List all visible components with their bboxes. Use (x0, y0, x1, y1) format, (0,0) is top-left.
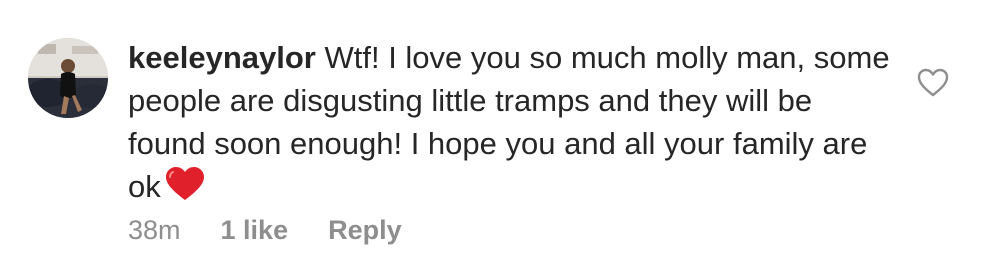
comment: keeleynaylor Wtf! I love you so much mol… (0, 0, 1000, 275)
heart-outline-icon[interactable] (917, 68, 949, 98)
reply-button[interactable]: Reply (328, 213, 402, 247)
comment-username[interactable]: keeleynaylor (128, 40, 316, 75)
red-heart-emoji-icon (165, 167, 205, 201)
comment-timestamp: 38m (128, 215, 181, 245)
avatar[interactable] (28, 38, 108, 118)
comment-meta: 38m 1 like Reply (128, 213, 402, 247)
comment-text: keeleynaylor Wtf! I love you so much mol… (128, 36, 898, 208)
comment-likes-count[interactable]: 1 like (221, 213, 289, 247)
avatar-photo (28, 38, 108, 118)
